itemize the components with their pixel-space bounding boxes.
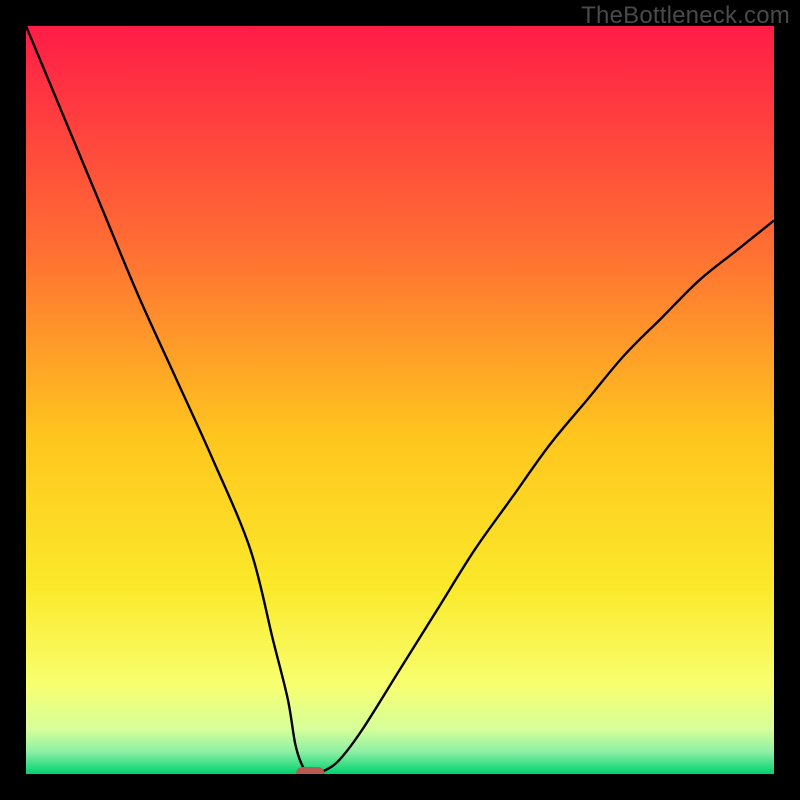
chart-frame: TheBottleneck.com: [0, 0, 800, 800]
watermark-text: TheBottleneck.com: [581, 2, 790, 30]
chart-background: [26, 26, 774, 774]
optimal-marker: [296, 767, 324, 774]
chart-svg: [26, 26, 774, 774]
chart-plot-area: [26, 26, 774, 774]
